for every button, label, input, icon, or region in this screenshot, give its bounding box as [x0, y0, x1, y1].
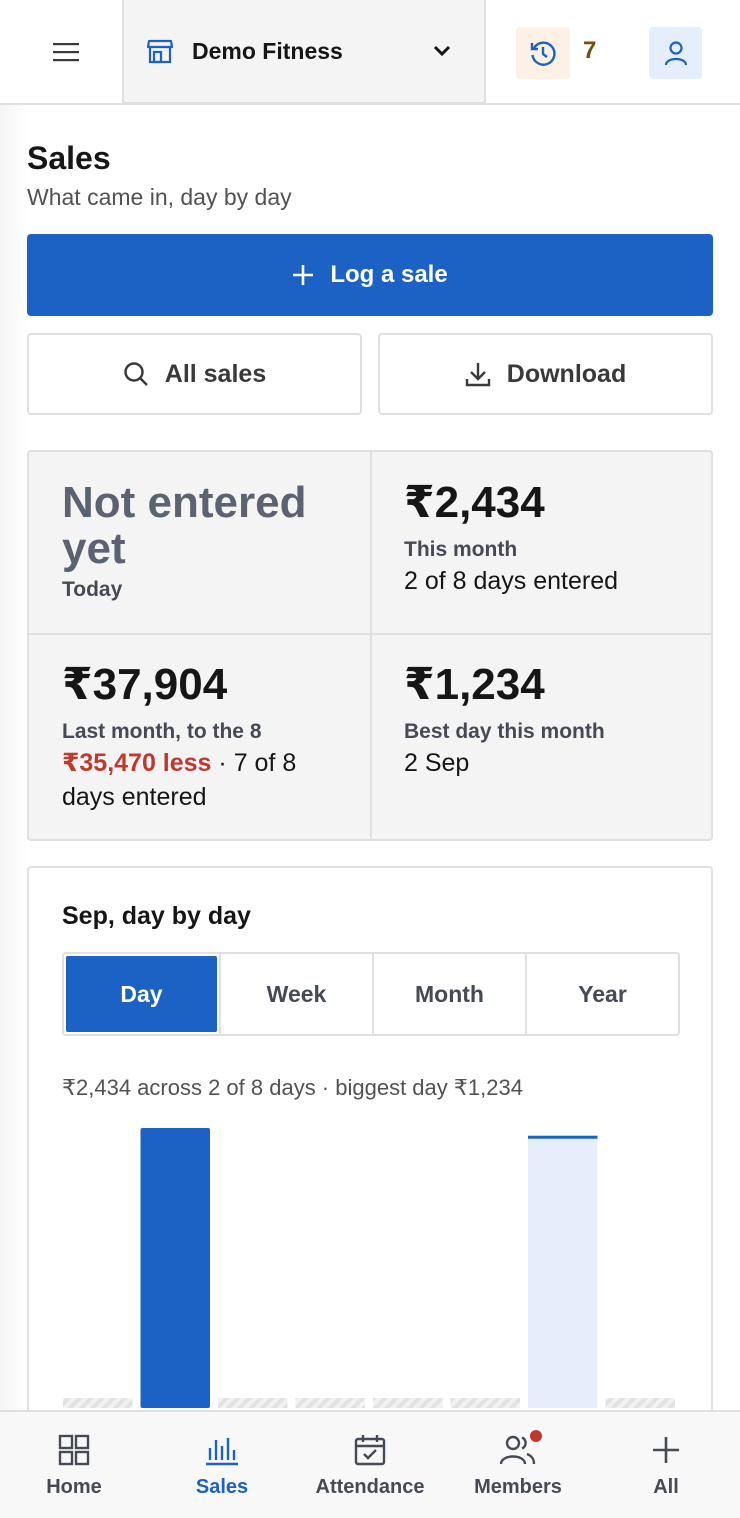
location-name: Demo Fitness — [192, 37, 343, 64]
user-icon — [664, 41, 687, 66]
history-icon — [530, 41, 556, 66]
all-sales-button[interactable]: All sales — [27, 333, 362, 415]
nav-all-label: All — [653, 1476, 679, 1498]
grid-icon — [58, 1434, 90, 1466]
nav-sales-label: Sales — [195, 1476, 249, 1498]
nav-all[interactable]: All — [592, 1412, 740, 1518]
tab-month[interactable]: Month — [372, 954, 525, 1034]
daily-chart-card: Sep, day by day Day Week Month Year ₹2,4… — [27, 866, 713, 1426]
nav-attendance[interactable]: Attendance — [296, 1412, 444, 1518]
stat-last-month-detail: ₹35,470 less · 7 of 8 days entered — [62, 746, 352, 814]
plus-icon — [653, 1437, 679, 1463]
hamburger-icon — [53, 43, 79, 62]
top-bar: Demo Fitness 7 — [0, 0, 740, 105]
nav-home[interactable]: Home — [0, 1412, 148, 1518]
stat-this-month-detail: 2 of 8 days entered — [404, 567, 619, 595]
nav-members-label: Members — [474, 1476, 562, 1498]
stats-divider-horizontal — [29, 633, 711, 635]
plus-icon — [292, 264, 314, 286]
stat-best-day-value: ₹1,234 — [404, 660, 545, 709]
tab-year[interactable]: Year — [525, 954, 678, 1034]
chart-bar-3-sep[interactable] — [218, 1398, 288, 1408]
chart-bar-5-sep[interactable] — [373, 1398, 443, 1408]
stat-best-day-label: Best day this month — [404, 720, 605, 743]
menu-button[interactable] — [40, 28, 92, 76]
chart-bar-cap — [528, 1135, 598, 1139]
tab-week[interactable]: Week — [219, 954, 372, 1034]
chart-bar-2-sep[interactable] — [140, 1128, 211, 1408]
stat-this-month-label: This month — [404, 538, 518, 561]
stat-today: Not entered yet Today — [62, 480, 352, 602]
nav-home-label: Home — [46, 1476, 102, 1498]
pending-button[interactable] — [516, 27, 570, 79]
stat-today-value: Not entered yet — [62, 478, 307, 573]
stat-last-month-label: Last month, to the 8 — [62, 720, 262, 743]
bar-chart-icon — [206, 1438, 238, 1466]
app-frame: Demo Fitness 7 Sales What came in, day b… — [0, 0, 740, 1518]
tab-day[interactable]: Day — [66, 956, 217, 1032]
stat-this-month-value: ₹2,434 — [404, 478, 545, 527]
download-label: Download — [506, 359, 627, 388]
chevron-down-icon — [424, 45, 460, 57]
stats-divider-vertical — [370, 452, 372, 839]
chart-bar-6-sep[interactable] — [450, 1398, 521, 1408]
chart-bar-1-sep[interactable] — [63, 1398, 133, 1408]
download-icon — [465, 361, 491, 387]
pending-count: 7 — [583, 37, 597, 64]
chart-card-title: Sep, day by day — [62, 902, 251, 930]
chart-bar-8-sep[interactable] — [605, 1398, 676, 1408]
stat-last-month-value: ₹37,904 — [62, 660, 228, 709]
period-tabs: Day Week Month Year — [62, 952, 680, 1036]
nav-members[interactable]: Members — [444, 1412, 592, 1518]
profile-button[interactable] — [649, 27, 702, 79]
stat-today-label: Today — [62, 578, 123, 601]
nav-attendance-label: Attendance — [315, 1476, 425, 1498]
stat-this-month: ₹2,434 This month 2 of 8 days entered — [404, 480, 704, 598]
stat-last-month-diff: ₹35,470 less — [62, 749, 212, 777]
bottom-nav: Home Sales Attendance Members All — [0, 1410, 740, 1518]
stats-grid: Not entered yet Today ₹2,434 This month … — [27, 450, 713, 841]
chart-summary: ₹2,434 across 2 of 8 days · biggest day … — [62, 1075, 523, 1100]
nav-sales[interactable]: Sales — [148, 1412, 296, 1518]
notification-dot — [530, 1430, 542, 1442]
calendar-check-icon — [354, 1435, 386, 1466]
download-button[interactable]: Download — [378, 333, 713, 415]
page-subtitle: What came in, day by day — [27, 184, 292, 210]
log-sale-button[interactable]: Log a sale — [27, 234, 713, 316]
stat-best-day-detail: 2 Sep — [404, 749, 470, 777]
chart-bar-4-sep[interactable] — [295, 1398, 366, 1408]
search-icon — [123, 361, 149, 387]
log-sale-label: Log a sale — [330, 261, 448, 288]
store-icon — [146, 39, 174, 64]
daily-sales-chart — [63, 1128, 676, 1408]
all-sales-label: All sales — [164, 359, 267, 388]
stat-last-month: ₹37,904 Last month, to the 8 ₹35,470 les… — [62, 662, 352, 814]
stat-best-day: ₹1,234 Best day this month 2 Sep — [404, 662, 704, 780]
page-title: Sales — [27, 140, 111, 176]
chart-bar-7-sep[interactable] — [528, 1135, 598, 1408]
location-selector[interactable]: Demo Fitness — [122, 0, 486, 104]
